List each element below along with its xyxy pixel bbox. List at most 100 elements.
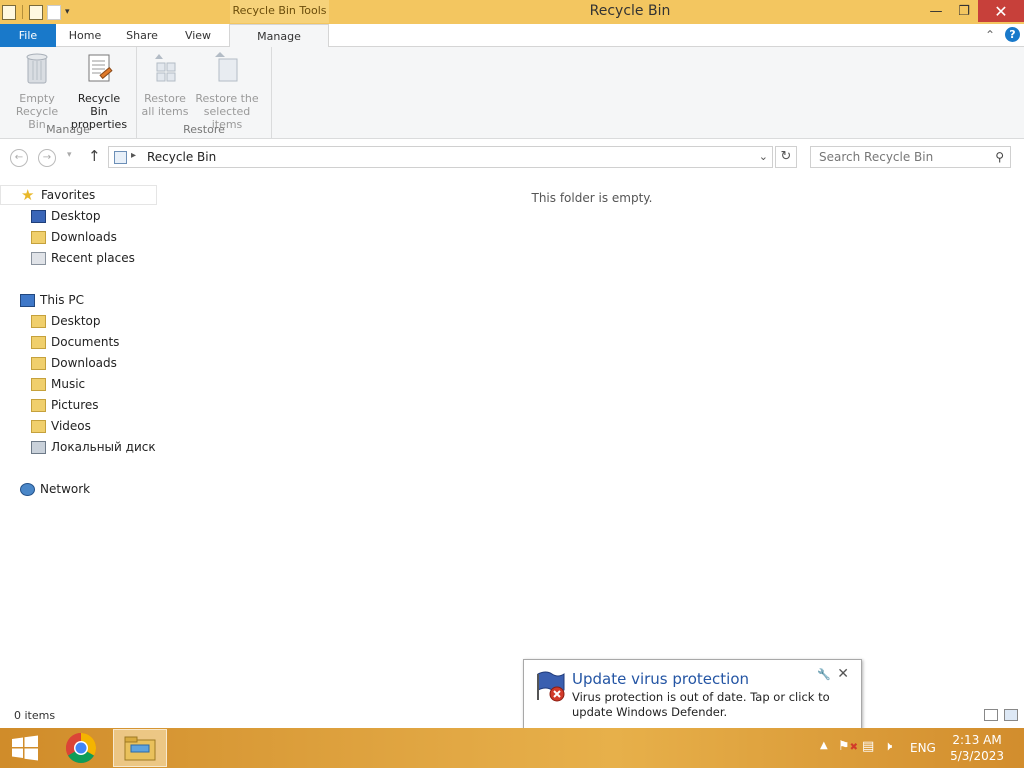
minimize-button[interactable]: — bbox=[922, 0, 950, 22]
close-button[interactable]: ✕ bbox=[978, 0, 1024, 22]
pictures-folder-icon bbox=[31, 398, 46, 412]
nav-pc-local-disk-label: Локальный диск (C bbox=[51, 440, 157, 454]
nav-pc-documents[interactable]: Documents bbox=[0, 332, 157, 352]
new-folder-icon[interactable] bbox=[47, 4, 61, 20]
address-dropdown-icon[interactable]: ⌄ bbox=[759, 150, 768, 163]
restore-all-label-2: all items bbox=[141, 105, 189, 118]
notification-title: Update virus protection bbox=[572, 670, 750, 688]
explorer-window: ▾ Recycle Bin Tools Recycle Bin — ❐ ✕ Fi… bbox=[0, 0, 1024, 728]
restore-selected-items-button[interactable]: Restore the selected items bbox=[187, 51, 267, 131]
forward-button[interactable]: → bbox=[38, 149, 56, 167]
nav-fav-downloads-label: Downloads bbox=[51, 230, 117, 244]
qat-dropdown-icon[interactable]: ▾ bbox=[65, 7, 70, 17]
recycle-bin-app-icon[interactable] bbox=[2, 4, 16, 20]
context-tab-recycle-bin-tools: Recycle Bin Tools bbox=[230, 0, 329, 23]
restore-button[interactable]: ❐ bbox=[950, 0, 978, 22]
address-box[interactable]: ▸ Recycle Bin ⌄ bbox=[108, 146, 773, 168]
empty-label-1: Empty bbox=[19, 92, 55, 105]
close-notification-icon[interactable]: ✕ bbox=[837, 666, 849, 682]
ribbon-tab-icons: ⌃ ? bbox=[985, 27, 1020, 42]
properties-icon bbox=[88, 54, 113, 82]
tab-share[interactable]: Share bbox=[118, 24, 166, 47]
properties-label-1: Recycle Bin bbox=[77, 92, 121, 118]
defender-notification[interactable]: Update virus protection Virus protection… bbox=[523, 659, 862, 729]
nav-pc-pictures[interactable]: Pictures bbox=[0, 395, 157, 415]
videos-folder-icon bbox=[31, 419, 46, 433]
nav-favorites[interactable]: ★ Favorites bbox=[0, 185, 157, 205]
recycle-bin-small-icon bbox=[114, 151, 127, 164]
nav-fav-desktop[interactable]: Desktop bbox=[0, 206, 157, 226]
nav-pc-desktop[interactable]: Desktop bbox=[0, 311, 157, 331]
nav-network[interactable]: Network bbox=[0, 479, 157, 499]
tab-file[interactable]: File bbox=[0, 24, 56, 47]
nav-this-pc[interactable]: This PC bbox=[0, 290, 157, 310]
clock-date: 5/3/2023 bbox=[950, 749, 1004, 763]
nav-pc-downloads-label: Downloads bbox=[51, 356, 117, 370]
network-icon bbox=[20, 482, 35, 496]
nav-this-pc-label: This PC bbox=[40, 293, 84, 307]
refresh-button[interactable]: ↻ bbox=[775, 146, 797, 168]
large-icons-view-icon[interactable] bbox=[1004, 709, 1018, 721]
group-label-restore: Restore bbox=[183, 123, 225, 136]
nav-pc-documents-label: Documents bbox=[51, 335, 120, 349]
tab-home[interactable]: Home bbox=[60, 24, 110, 47]
breadcrumb-recycle-bin[interactable]: Recycle Bin bbox=[147, 150, 216, 164]
notification-message: Virus protection is out of date. Tap or … bbox=[572, 690, 830, 719]
nav-pc-desktop-label: Desktop bbox=[51, 314, 101, 328]
nav-pc-downloads[interactable]: Downloads bbox=[0, 353, 157, 373]
search-icon[interactable]: ⚲ bbox=[995, 150, 1004, 164]
nav-network-label: Network bbox=[40, 482, 91, 496]
taskbar-file-explorer[interactable] bbox=[113, 729, 167, 767]
quick-access-toolbar: ▾ bbox=[2, 3, 70, 21]
restore-all-items-button[interactable]: Restore all items bbox=[139, 51, 191, 118]
clock-time: 2:13 AM bbox=[952, 733, 1002, 747]
recycle-bin-properties-button[interactable]: Recycle Bin properties bbox=[68, 51, 130, 131]
ribbon-tabs: File Home Share View Manage ⌃ ? bbox=[0, 24, 1024, 48]
start-button[interactable] bbox=[0, 729, 50, 767]
restore-all-icon bbox=[155, 54, 176, 82]
ribbon-group-manage: Empty Recycle Bin Recycle Bin properties… bbox=[0, 47, 137, 139]
details-view-icon[interactable] bbox=[984, 709, 998, 721]
network-tray-icon[interactable]: ▤ bbox=[862, 739, 874, 754]
nav-pc-videos-label: Videos bbox=[51, 419, 91, 433]
system-tray: ▲ ⚑✖ ▤ 🕨 ENG 2:13 AM 5/3/2023 bbox=[814, 728, 1024, 768]
title-bar: ▾ Recycle Bin Tools Recycle Bin — ❐ ✕ bbox=[0, 0, 1024, 24]
breadcrumb-chevron-icon[interactable]: ▸ bbox=[131, 150, 136, 161]
nav-favorites-label: Favorites bbox=[41, 188, 96, 202]
properties-icon[interactable] bbox=[29, 4, 43, 20]
drive-icon bbox=[31, 440, 46, 454]
downloads-folder-icon bbox=[31, 356, 46, 370]
back-button[interactable]: ← bbox=[10, 149, 28, 167]
music-folder-icon bbox=[31, 377, 46, 391]
taskbar-chrome[interactable] bbox=[58, 729, 104, 767]
file-explorer-icon bbox=[124, 736, 156, 761]
empty-recycle-bin-button[interactable]: Empty Recycle Bin bbox=[6, 51, 68, 131]
nav-fav-desktop-label: Desktop bbox=[51, 209, 101, 223]
help-icon[interactable]: ? bbox=[1005, 27, 1020, 42]
show-hidden-icons-icon[interactable]: ▲ bbox=[820, 740, 828, 751]
status-item-count: 0 items bbox=[14, 709, 56, 722]
search-input[interactable] bbox=[811, 147, 986, 167]
nav-pc-local-disk[interactable]: Локальный диск (C bbox=[0, 437, 157, 457]
view-buttons bbox=[984, 709, 1018, 721]
pin-icon[interactable]: 🔧 bbox=[817, 668, 831, 681]
downloads-folder-icon bbox=[31, 230, 46, 244]
tab-manage[interactable]: Manage bbox=[229, 24, 329, 48]
empty-folder-message: This folder is empty. bbox=[531, 191, 653, 205]
tab-view[interactable]: View bbox=[174, 24, 222, 47]
nav-pc-videos[interactable]: Videos bbox=[0, 416, 157, 436]
volume-muted-icon[interactable]: 🕨 bbox=[884, 739, 892, 754]
nav-fav-recent-places[interactable]: Recent places bbox=[0, 248, 157, 268]
security-flag-icon bbox=[537, 671, 565, 702]
up-button[interactable]: ↑ bbox=[88, 147, 101, 165]
minimize-ribbon-icon[interactable]: ⌃ bbox=[985, 28, 995, 42]
defender-flag-icon[interactable]: ⚑✖ bbox=[838, 739, 858, 754]
restore-selected-icon bbox=[215, 52, 238, 82]
star-icon: ★ bbox=[21, 186, 35, 204]
clock[interactable]: 2:13 AM 5/3/2023 bbox=[950, 732, 1004, 764]
nav-fav-downloads[interactable]: Downloads bbox=[0, 227, 157, 247]
nav-pc-music[interactable]: Music bbox=[0, 374, 157, 394]
recent-locations-icon[interactable]: ▾ bbox=[67, 150, 72, 160]
language-indicator[interactable]: ENG bbox=[910, 741, 936, 755]
ribbon-group-restore: Restore all items Restore the selected i… bbox=[137, 47, 272, 139]
